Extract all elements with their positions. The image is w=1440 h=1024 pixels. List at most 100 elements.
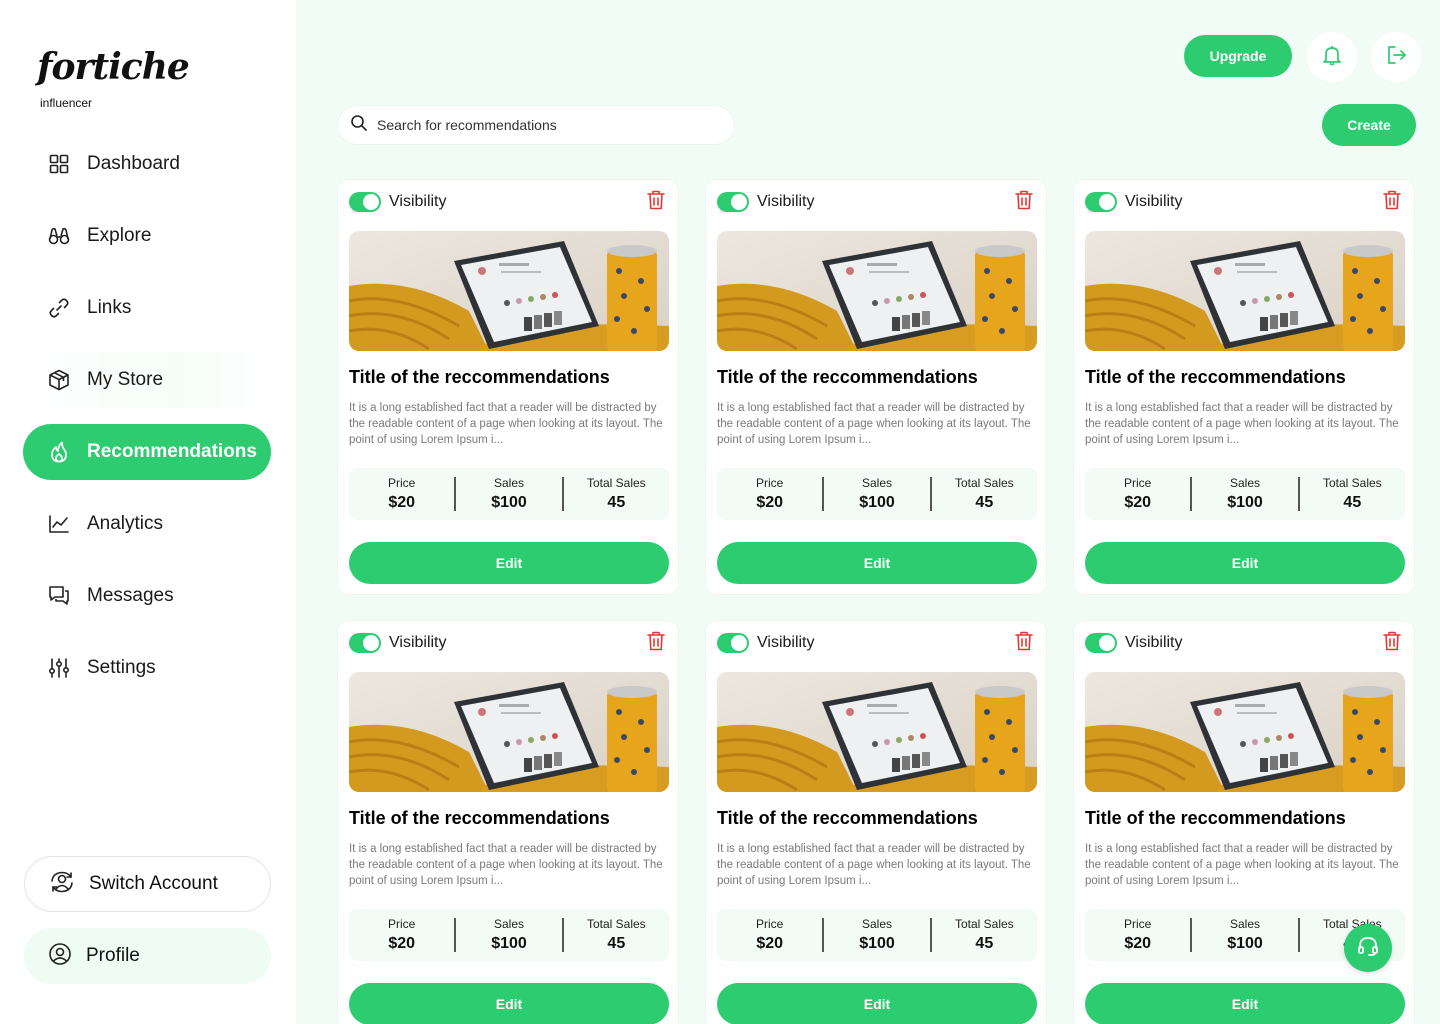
bell-icon (1321, 44, 1343, 71)
sidebar-item-messages[interactable]: Messages (23, 568, 271, 624)
total-sales-stat: Total Sales 45 (564, 917, 669, 953)
sales-label: Sales (861, 476, 892, 490)
delete-button[interactable] (1013, 190, 1035, 215)
switch-account-button[interactable]: Switch Account (24, 856, 271, 912)
total-sales-stat: Total Sales 45 (564, 476, 669, 512)
price-stat: Price $20 (349, 476, 454, 512)
link-icon (47, 296, 71, 320)
visibility-toggle[interactable] (717, 192, 749, 212)
price-value: $20 (756, 935, 784, 952)
sidebar-item-label: Recommendations (87, 441, 257, 462)
delete-button[interactable] (1381, 631, 1403, 656)
user-circle-icon (48, 942, 72, 971)
card-stats: Price $20 Sales $100 Total Sales 45 (717, 909, 1037, 961)
sidebar-item-label: Explore (87, 225, 152, 246)
edit-button[interactable]: Edit (1085, 983, 1405, 1024)
card-description: It is a long established fact that a rea… (1085, 843, 1399, 887)
visibility-control: Visibility (349, 192, 447, 212)
visibility-toggle[interactable] (1085, 192, 1117, 212)
total-sales-label: Total Sales (954, 917, 1014, 931)
card-description: It is a long established fact that a rea… (349, 843, 663, 887)
sales-value: $100 (1227, 935, 1263, 952)
search-input[interactable] (377, 117, 697, 133)
price-value: $20 (756, 494, 784, 511)
card-title: Title of the reccommendations (1085, 367, 1346, 387)
visibility-label: Visibility (1125, 634, 1183, 651)
recommendation-card: Visibility Title of the reccommendations… (705, 179, 1047, 595)
sidebar-item-dashboard[interactable]: Dashboard (23, 136, 271, 192)
visibility-toggle[interactable] (349, 633, 381, 653)
recommendation-card: Visibility Title of the reccommendations… (705, 620, 1047, 1024)
upgrade-button[interactable]: Upgrade (1184, 35, 1292, 77)
brand-logo[interactable]: fortiche (37, 46, 190, 88)
visibility-toggle[interactable] (349, 192, 381, 212)
edit-button[interactable]: Edit (349, 542, 669, 584)
total-sales-stat: Total Sales 45 (932, 917, 1037, 953)
delete-button[interactable] (645, 631, 667, 654)
card-description: It is a long established fact that a rea… (349, 402, 663, 446)
sidebar-item-settings[interactable]: Settings (23, 640, 271, 696)
notifications-button[interactable] (1307, 32, 1357, 82)
edit-button[interactable]: Edit (717, 983, 1037, 1024)
sidebar-item-my-store[interactable]: My Store (23, 352, 271, 408)
sales-value: $100 (1227, 494, 1263, 511)
delete-button[interactable] (1381, 190, 1403, 213)
trash-icon (1383, 631, 1401, 656)
price-value: $20 (388, 935, 416, 952)
total-sales-value: 45 (1343, 494, 1362, 511)
headset-icon (1356, 934, 1380, 963)
price-label: Price (755, 476, 784, 490)
card-title: Title of the reccommendations (1085, 808, 1346, 828)
sales-label: Sales (1229, 917, 1260, 931)
sidebar-item-links[interactable]: Links (23, 280, 271, 336)
sidebar-item-explore[interactable]: Explore (23, 208, 271, 264)
flame-icon (47, 440, 71, 464)
create-button[interactable]: Create (1322, 104, 1416, 146)
visibility-control: Visibility (717, 192, 815, 212)
card-description: It is a long established fact that a rea… (717, 843, 1031, 887)
trash-icon (647, 190, 665, 215)
sidebar: fortiche influencer Dashboard Explore Li… (0, 0, 296, 1024)
visibility-label: Visibility (757, 634, 815, 651)
recommendation-image[interactable] (349, 231, 669, 351)
sidebar-item-label: Settings (87, 657, 156, 678)
profile-button[interactable]: Profile (24, 928, 271, 984)
sales-stat: Sales $100 (824, 917, 929, 953)
switch-account-label: Switch Account (89, 873, 218, 894)
delete-button[interactable] (645, 190, 667, 215)
logout-button[interactable] (1371, 32, 1421, 82)
total-sales-label: Total Sales (954, 476, 1014, 490)
chat-bubbles-icon (47, 584, 71, 608)
sidebar-item-analytics[interactable]: Analytics (23, 496, 271, 552)
card-title: Title of the reccommendations (717, 808, 978, 828)
profile-label: Profile (86, 945, 140, 966)
edit-button[interactable]: Edit (349, 983, 669, 1024)
trash-icon (1015, 190, 1033, 215)
sales-value: $100 (859, 494, 895, 511)
total-sales-value: 45 (607, 935, 626, 952)
visibility-toggle[interactable] (717, 633, 749, 653)
edit-button[interactable]: Edit (717, 542, 1037, 584)
recommendation-image[interactable] (717, 231, 1037, 351)
card-title: Title of the reccommendations (349, 808, 610, 828)
visibility-toggle[interactable] (1085, 633, 1117, 653)
edit-button[interactable]: Edit (1085, 542, 1405, 584)
recommendation-image[interactable] (349, 672, 669, 792)
visibility-label: Visibility (389, 193, 447, 210)
recommendation-image[interactable] (1085, 231, 1405, 351)
price-stat: Price $20 (1085, 476, 1190, 512)
price-stat: Price $20 (349, 917, 454, 953)
price-stat: Price $20 (1085, 917, 1190, 953)
price-label: Price (1123, 476, 1152, 490)
visibility-control: Visibility (717, 633, 815, 653)
support-button[interactable] (1344, 924, 1392, 972)
visibility-label: Visibility (757, 193, 815, 210)
sales-stat: Sales $100 (1192, 476, 1297, 512)
recommendation-image[interactable] (1085, 672, 1405, 792)
sales-label: Sales (1229, 476, 1260, 490)
recommendation-image[interactable] (717, 672, 1037, 792)
sidebar-item-label: Messages (87, 585, 174, 606)
price-label: Price (1123, 917, 1152, 931)
sidebar-item-recommendations[interactable]: Recommendations (23, 424, 271, 480)
delete-button[interactable] (1013, 631, 1035, 654)
